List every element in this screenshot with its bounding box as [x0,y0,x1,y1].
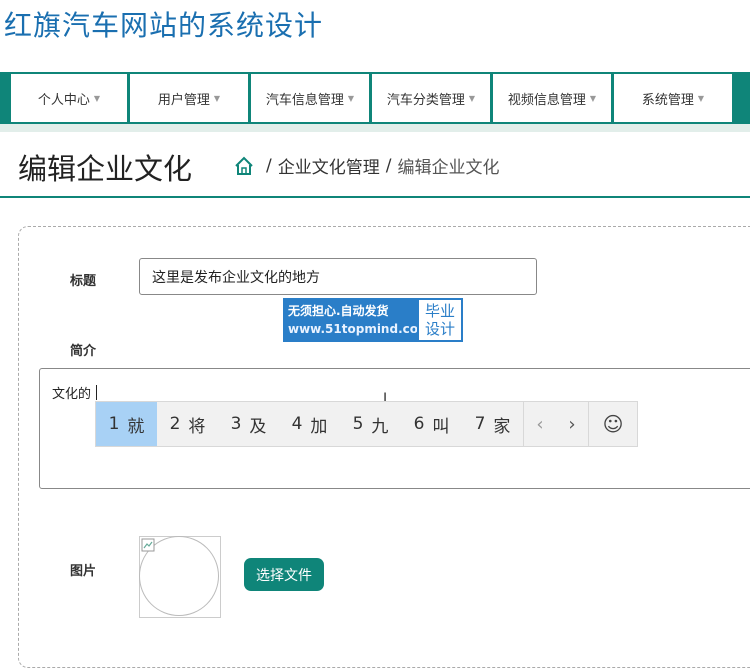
watermark: 无须担心.自动发货 www.51topmind.com 毕业 设计 [283,298,463,342]
ime-candidate-char: 及 [249,416,267,437]
nav-item-label: 用户管理 [157,92,210,108]
nav-item-label: 汽车信息管理 [265,92,344,108]
watermark-text: 无须担心.自动发货 www.51topmind.com [283,298,431,342]
watermark-badge-line2: 设计 [424,320,455,338]
ime-candidate-number: 5 [352,414,364,434]
summary-label: 简介 [70,344,97,359]
ime-candidate-number: 4 [291,414,303,434]
breadcrumb: / 企业文化管理 / 编辑企业文化 [234,153,499,178]
ime-candidate-number: 7 [474,414,486,434]
ime-candidate-char: 叫 [432,416,450,437]
ime-emoji-icon[interactable]: ☺ [588,402,637,446]
ime-candidate[interactable]: 3及 [218,402,279,446]
nav-item-user-management[interactable]: 用户管理 ▼ [130,74,248,122]
watermark-line1: 无须担心.自动发货 [288,304,389,318]
breadcrumb-link-culture-management[interactable]: 企业文化管理 [278,153,380,178]
nav-item-label: 个人中心 [37,92,90,108]
ime-candidate-char: 加 [310,416,328,437]
ime-prev-page-icon[interactable]: ‹ [524,402,556,446]
ime-candidate-char: 九 [371,416,389,437]
nav-item-label: 视频信息管理 [507,92,586,108]
breadcrumb-current: 编辑企业文化 [397,158,500,178]
ime-candidate-char: 家 [493,416,511,437]
page-title: 编辑企业文化 [18,152,193,186]
nav-item-label: 汽车分类管理 [386,92,465,108]
ime-candidate[interactable]: 1就 [96,402,157,446]
broken-image-icon [141,538,155,552]
nav-item-car-info-management[interactable]: 汽车信息管理 ▼ [251,74,369,122]
ime-candidate-number: 1 [108,414,120,434]
caret-down-icon: ▼ [213,93,221,103]
breadcrumb-separator: / [266,155,272,176]
watermark-badge: 毕业 设计 [417,298,463,342]
summary-text: 文化的 [52,387,92,402]
title-label: 标题 [70,274,97,289]
ime-candidate[interactable]: 4加 [279,402,340,446]
choose-file-button[interactable]: 选择文件 [244,558,324,591]
site-title: 红旗汽车网站的系统设计 [4,9,324,42]
caret-down-icon: ▼ [468,93,476,103]
caret-down-icon: ▼ [93,93,101,103]
title-input[interactable]: 这里是发布企业文化的地方 [139,258,537,295]
ime-candidate-bar: 1就 2将 3及 4加 5九 6叫 7家 ‹ › ☺ [95,401,638,447]
ime-candidate-number: 2 [169,414,181,434]
nav-item-system-management[interactable]: 系统管理 ▼ [614,74,732,122]
ime-candidate[interactable]: 2将 [157,402,218,446]
nav-item-label: 系统管理 [641,92,694,108]
breadcrumb-separator: / [385,155,392,176]
home-icon[interactable] [234,156,254,176]
image-label: 图片 [70,564,97,579]
watermark-url: www.51topmind.com [288,322,431,336]
ime-candidate[interactable]: 7家 [462,402,523,446]
ime-candidate-number: 3 [230,414,242,434]
caret-down-icon: ▼ [589,93,597,103]
text-caret [96,385,97,400]
watermark-badge-line1: 毕业 [424,302,455,320]
nav-item-car-category-management[interactable]: 汽车分类管理 ▼ [372,74,490,122]
caret-down-icon: ▼ [347,93,355,103]
ime-next-page-icon[interactable]: › [556,402,588,446]
ime-candidate-char: 就 [127,416,145,437]
nav-item-personal-center[interactable]: 个人中心 ▼ [11,74,127,122]
ime-candidate[interactable]: 6叫 [401,402,462,446]
caret-down-icon: ▼ [697,93,705,103]
nav-item-video-info-management[interactable]: 视频信息管理 ▼ [493,74,611,122]
ime-candidate-number: 6 [413,414,425,434]
ime-candidate[interactable]: 5九 [340,402,401,446]
ime-candidate-char: 将 [188,416,206,437]
